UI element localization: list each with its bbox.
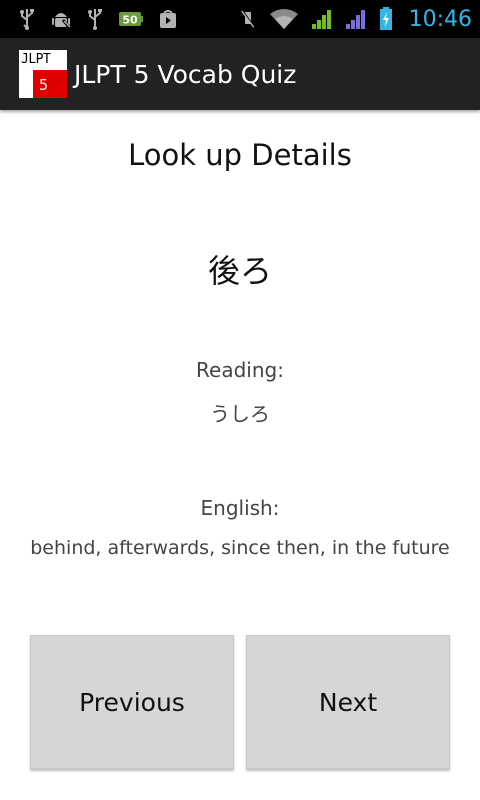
- status-bar-notifications: 50: [18, 0, 178, 38]
- english-value: behind, afterwards, since then, in the f…: [30, 537, 450, 559]
- page-title: Look up Details: [128, 138, 352, 172]
- battery-level-badge: 50: [122, 14, 138, 27]
- vocab-word: 後ろ: [207, 252, 272, 290]
- next-button[interactable]: Next: [246, 635, 450, 769]
- previous-button[interactable]: Previous: [30, 635, 234, 769]
- english-label: English:: [200, 496, 280, 520]
- android-debug-icon: [50, 8, 72, 30]
- clock: 10:46: [408, 6, 472, 32]
- status-bar: 50 10:46: [0, 0, 480, 38]
- usb-icon: [18, 8, 36, 30]
- reading-value: うしろ: [210, 402, 270, 426]
- battery-level-badge-icon: 50: [118, 10, 144, 28]
- app-icon-text-line1: JLPT: [21, 52, 51, 67]
- battery-charging-icon: [379, 7, 393, 31]
- action-bar: JLPT 5 JLPT 5 Vocab Quiz: [0, 38, 480, 110]
- signal-icon: [311, 8, 333, 30]
- wifi-icon: [269, 8, 299, 30]
- usb-icon: [86, 8, 104, 30]
- reading-label: Reading:: [196, 358, 284, 382]
- status-bar-system: 10:46: [239, 0, 472, 38]
- signal-icon: [345, 8, 367, 30]
- app-title: JLPT 5 Vocab Quiz: [74, 59, 297, 89]
- lookup-details-panel: Look up Details 後ろ Reading: うしろ English:…: [0, 110, 480, 800]
- play-store-icon: [158, 9, 178, 29]
- app-icon-text-line2: 5: [39, 76, 49, 94]
- app-icon[interactable]: JLPT 5: [19, 50, 67, 98]
- mute-icon: [239, 8, 257, 30]
